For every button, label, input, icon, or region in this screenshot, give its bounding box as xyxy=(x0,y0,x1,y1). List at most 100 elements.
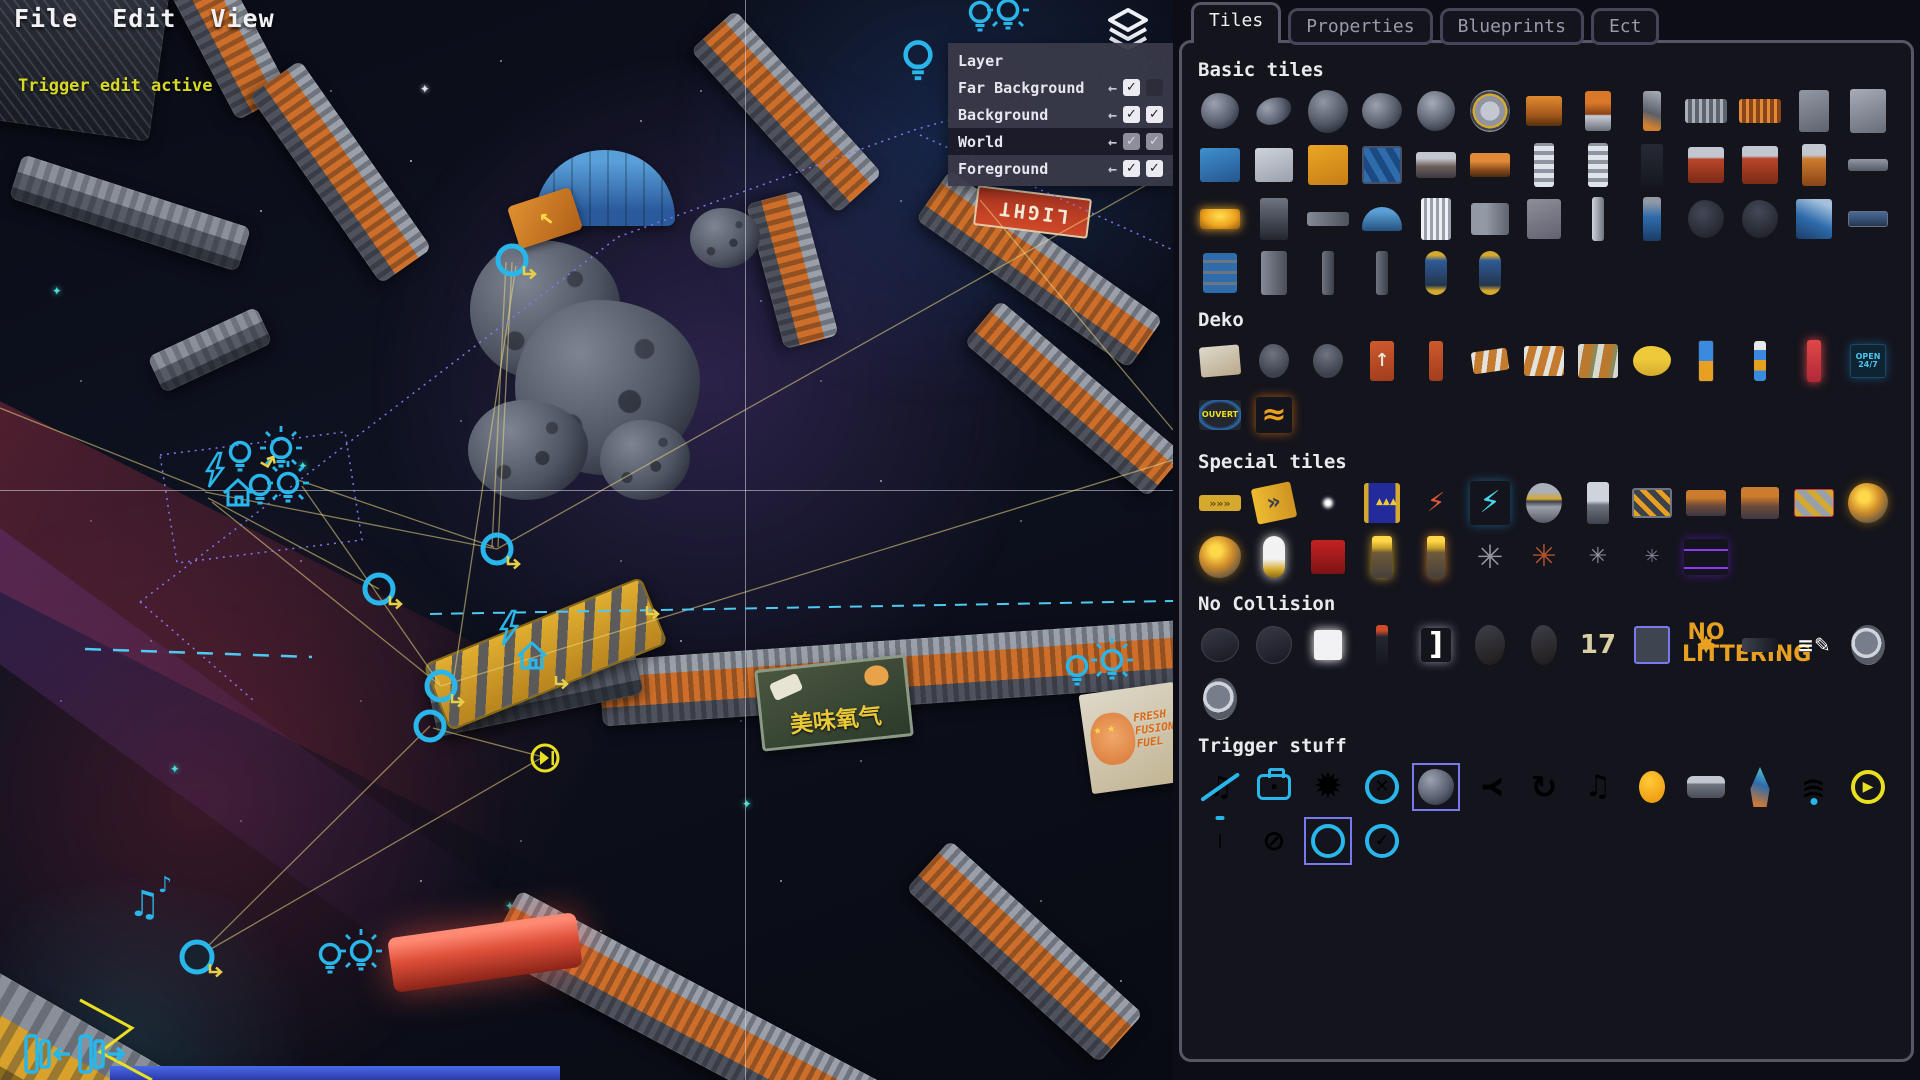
tile-trigger-burst[interactable]: ✹ xyxy=(1306,765,1350,809)
tab-properties[interactable]: Properties xyxy=(1288,8,1432,45)
bulb-icon[interactable] xyxy=(321,945,340,973)
tile-harpoon-device[interactable] xyxy=(1576,481,1620,525)
tile-pipe-thin[interactable] xyxy=(1306,251,1350,295)
tile-trigger-music[interactable]: ♫ xyxy=(1576,765,1620,809)
tile-machine-box[interactable] xyxy=(1252,197,1296,241)
layer-row-world[interactable]: World←✓✓ xyxy=(948,128,1173,155)
layer-visibility-checkbox[interactable]: ✓ xyxy=(1146,106,1163,123)
tile-asteroid-gold[interactable] xyxy=(1198,535,1242,579)
tile-wreck-orange-2[interactable] xyxy=(1738,481,1782,525)
tile-pipe-tee[interactable] xyxy=(1252,251,1296,295)
menu-file[interactable]: File xyxy=(14,4,78,33)
tab-ect[interactable]: Ect xyxy=(1591,8,1660,45)
menu-view[interactable]: View xyxy=(210,4,274,33)
tile-asteroid-5[interactable] xyxy=(1414,89,1458,133)
tile-panel-hex-blue[interactable] xyxy=(1360,143,1404,187)
tile-tank-capsule[interactable] xyxy=(1414,251,1458,295)
tile-lantern-flame[interactable] xyxy=(1414,535,1458,579)
tile-notes-edit[interactable]: ≡✎ xyxy=(1792,623,1836,667)
tile-sign-hazard-arrow[interactable] xyxy=(1792,481,1836,525)
layer-move-arrow[interactable]: ← xyxy=(1108,106,1117,124)
tile-trigger-wifi[interactable]: ((( xyxy=(1792,765,1836,809)
tile-block-grey-red[interactable] xyxy=(1684,143,1728,187)
play-trigger-node[interactable] xyxy=(532,745,558,771)
tile-lamp-hook-2[interactable] xyxy=(1306,339,1350,383)
tile-sign-arrow-red[interactable]: ↑ xyxy=(1360,339,1404,383)
trigger-node[interactable] xyxy=(182,942,212,972)
tile-corrugated-orange[interactable] xyxy=(1738,89,1782,133)
tile-chevron-fan[interactable]: » xyxy=(1252,481,1296,525)
tile-asteroid-1[interactable] xyxy=(1198,89,1242,133)
tile-pillar-blue[interactable] xyxy=(1630,197,1674,241)
tile-girder-white-2[interactable] xyxy=(1576,143,1620,187)
tile-mine-small-2[interactable]: ✳ xyxy=(1630,535,1674,579)
tile-panel-blue[interactable] xyxy=(1198,143,1242,187)
tile-sign-chevron[interactable] xyxy=(1468,339,1512,383)
tile-wire-sprite[interactable] xyxy=(1198,623,1242,667)
tile-block-grey-red-2[interactable] xyxy=(1738,143,1782,187)
tile-bench-small[interactable] xyxy=(1846,143,1890,187)
tile-glow-square[interactable] xyxy=(1306,623,1350,667)
tile-neon-open-247[interactable]: OPEN 24/7 xyxy=(1846,339,1890,383)
tile-wire-sprite-2[interactable] xyxy=(1252,623,1296,667)
tile-plate-grey[interactable] xyxy=(1792,89,1836,133)
tile-rock-gold[interactable] xyxy=(1846,481,1890,525)
tile-trigger-asteroid[interactable] xyxy=(1414,765,1458,809)
tile-trigger-stopwatch[interactable]: | xyxy=(1198,819,1242,863)
tile-trigger-unlink[interactable]: ⊘ xyxy=(1252,819,1296,863)
tile-neon-red-vertical[interactable] xyxy=(1792,339,1836,383)
bulb-lit-icon[interactable] xyxy=(260,426,302,466)
tile-trigger-mute[interactable]: ♫ xyxy=(1198,765,1242,809)
bulb-icon[interactable] xyxy=(971,3,990,31)
tile-trigger-cancel[interactable]: ✕ xyxy=(1360,765,1404,809)
tile-rubble-orange[interactable] xyxy=(1468,143,1512,187)
tile-boost-banner[interactable]: ▲▲▲ xyxy=(1360,481,1404,525)
bulb-icon[interactable] xyxy=(1068,657,1087,685)
tile-plate-grey-large[interactable] xyxy=(1846,89,1890,133)
music-note-icon[interactable]: ♪ xyxy=(158,873,172,898)
tile-trigger-ship[interactable] xyxy=(1738,765,1782,809)
tile-panel-orange[interactable] xyxy=(1306,143,1350,187)
bulb-lit-icon[interactable] xyxy=(1091,638,1133,678)
tile-laser-purple[interactable] xyxy=(1684,535,1728,579)
tile-window-grid[interactable] xyxy=(1198,251,1242,295)
tile-solar-panel[interactable] xyxy=(1846,197,1890,241)
tile-asteroid-3[interactable] xyxy=(1306,89,1350,133)
tile-metal-beam[interactable] xyxy=(1306,197,1350,241)
bulb-icon[interactable] xyxy=(251,476,270,504)
tile-asteroid-4[interactable] xyxy=(1360,89,1404,133)
house-trigger-icon[interactable] xyxy=(224,480,252,505)
bulb-icon[interactable] xyxy=(231,443,250,471)
tile-crane-claw[interactable] xyxy=(1630,89,1674,133)
tile-sign-sushi-hat[interactable] xyxy=(1630,339,1674,383)
tile-frame-selected[interactable] xyxy=(1630,623,1674,667)
tile-neon-jupiter-jazz[interactable] xyxy=(1684,339,1728,383)
tile-mine-small[interactable]: ✳ xyxy=(1576,535,1620,579)
tile-radiator-white[interactable] xyxy=(1414,197,1458,241)
tile-trigger-egg[interactable] xyxy=(1630,765,1674,809)
tile-lamp-hook[interactable] xyxy=(1252,339,1296,383)
layer-visibility-checkbox[interactable]: ✓ xyxy=(1123,133,1140,150)
tile-pillar-grey-red[interactable] xyxy=(1792,143,1836,187)
bulb-lit-icon[interactable] xyxy=(987,0,1029,28)
tile-neon-noodle[interactable]: ≈ xyxy=(1252,393,1296,437)
tile-porthole[interactable] xyxy=(1846,623,1890,667)
tile-slab-grey[interactable] xyxy=(1522,197,1566,241)
tile-trigger-loop[interactable]: ↻ xyxy=(1522,765,1566,809)
tile-saw-disc[interactable] xyxy=(1468,89,1512,133)
tile-glass-wedge[interactable] xyxy=(1792,197,1836,241)
tile-lantern-egg[interactable] xyxy=(1360,535,1404,579)
tab-blueprints[interactable]: Blueprints xyxy=(1440,8,1584,45)
layer-visibility-checkbox[interactable]: ✓ xyxy=(1123,160,1140,177)
tile-hazard-crate[interactable] xyxy=(1630,481,1674,525)
tile-machine-panel[interactable] xyxy=(1468,197,1512,241)
house-trigger-icon[interactable] xyxy=(518,643,546,668)
tile-rubble-grey[interactable] xyxy=(1414,143,1458,187)
music-notes-icon[interactable]: ♫ xyxy=(128,884,160,925)
tile-lightning-cyan[interactable]: ⚡ xyxy=(1468,481,1512,525)
tile-conveyor-strip[interactable]: »»» xyxy=(1198,481,1242,525)
layer-visibility-checkbox[interactable]: ✓ xyxy=(1146,133,1163,150)
layer-row-foreground[interactable]: Foreground←✓✓ xyxy=(948,155,1173,182)
tile-trigger-play[interactable]: ▶ xyxy=(1846,765,1890,809)
tile-pylon-orange[interactable] xyxy=(1576,89,1620,133)
